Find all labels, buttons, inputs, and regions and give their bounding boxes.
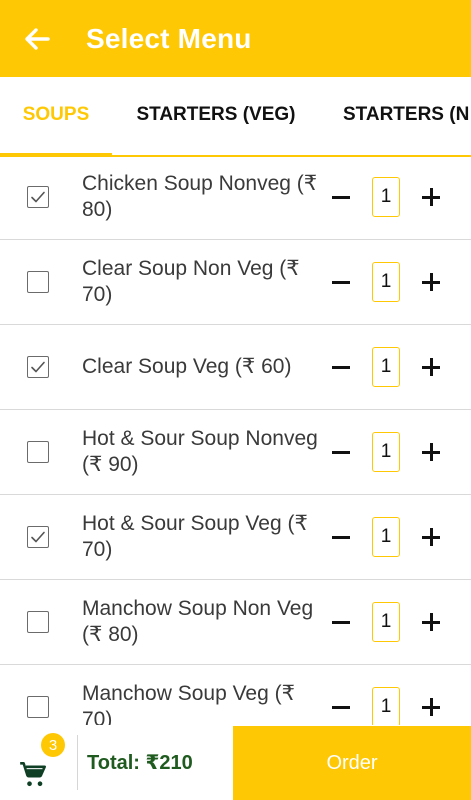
increase-quantity-button[interactable] <box>420 271 442 293</box>
item-name: Clear Soup Veg (₹ 60) <box>82 355 292 378</box>
decrease-quantity-button[interactable] <box>330 354 352 380</box>
minus-icon <box>332 620 350 624</box>
cart-icon <box>20 762 46 787</box>
minus-icon <box>332 535 350 539</box>
divider <box>77 735 78 790</box>
check-icon <box>31 531 45 543</box>
quantity-field[interactable]: 1 <box>372 687 400 725</box>
minus-icon <box>332 705 350 709</box>
minus-icon <box>332 280 350 284</box>
arrow-left-icon <box>25 27 50 50</box>
back-button[interactable] <box>22 24 52 54</box>
increase-quantity-button[interactable] <box>420 356 442 378</box>
item-name: Clear Soup Non Veg (₹ 70) <box>82 257 300 306</box>
menu-list[interactable]: Chicken Soup Nonveg (₹ 80) 1 Clear Soup No… <box>0 155 471 725</box>
check-icon <box>31 191 45 203</box>
cart-count-badge: 3 <box>41 733 65 757</box>
item-name: Hot & Sour Soup Nonveg (₹ 90) <box>82 427 318 476</box>
increase-quantity-button[interactable] <box>420 441 442 463</box>
app-bar: Select Menu <box>0 0 471 77</box>
decrease-quantity-button[interactable] <box>330 439 352 465</box>
minus-icon <box>332 365 350 369</box>
item-checkbox[interactable] <box>27 356 49 378</box>
tab-starters-veg[interactable]: STARTERS (VEG) <box>112 77 320 153</box>
decrease-quantity-button[interactable] <box>330 524 352 550</box>
list-item: Clear Soup Veg (₹ 60) 1 <box>0 325 471 410</box>
list-item: Manchow Soup Veg (₹ 70) 1 <box>0 665 471 725</box>
quantity-field[interactable]: 1 <box>372 177 400 217</box>
item-name: Chicken Soup Nonveg (₹ 80) <box>82 172 318 221</box>
increase-quantity-button[interactable] <box>420 186 442 208</box>
item-checkbox[interactable] <box>27 271 49 293</box>
list-item: Clear Soup Non Veg (₹ 70) 1 <box>0 240 471 325</box>
order-button[interactable]: Order <box>233 726 471 800</box>
minus-icon <box>332 195 350 199</box>
increase-quantity-button[interactable] <box>420 526 442 548</box>
decrease-quantity-button[interactable] <box>330 694 352 720</box>
page-title: Select Menu <box>86 22 252 54</box>
item-checkbox[interactable] <box>27 526 49 548</box>
quantity-field[interactable]: 1 <box>372 432 400 472</box>
list-item: Hot & Sour Soup Nonveg (₹ 90) 1 <box>0 410 471 495</box>
item-checkbox[interactable] <box>27 696 49 718</box>
item-checkbox[interactable] <box>27 186 49 208</box>
increase-quantity-button[interactable] <box>420 696 442 718</box>
decrease-quantity-button[interactable] <box>330 184 352 210</box>
item-name: Manchow Soup Non Veg (₹ 80) <box>82 597 314 646</box>
list-item: Manchow Soup Non Veg (₹ 80) 1 <box>0 580 471 665</box>
item-name: Manchow Soup Veg (₹ 70) <box>82 682 295 725</box>
quantity-field[interactable]: 1 <box>372 517 400 557</box>
quantity-field[interactable]: 1 <box>372 602 400 642</box>
decrease-quantity-button[interactable] <box>330 269 352 295</box>
order-total: Total: ₹210 <box>87 752 193 774</box>
minus-icon <box>332 450 350 454</box>
item-name: Hot & Sour Soup Veg (₹ 70) <box>82 512 308 561</box>
list-item: Chicken Soup Nonveg (₹ 80) 1 <box>0 155 471 240</box>
decrease-quantity-button[interactable] <box>330 609 352 635</box>
check-icon <box>31 361 45 373</box>
quantity-field[interactable]: 1 <box>372 347 400 387</box>
list-item: Hot & Sour Soup Veg (₹ 70) 1 <box>0 495 471 580</box>
item-checkbox[interactable] <box>27 441 49 463</box>
quantity-field[interactable]: 1 <box>372 262 400 302</box>
increase-quantity-button[interactable] <box>420 611 442 633</box>
tab-starters-nonveg[interactable]: STARTERS (N <box>330 77 471 153</box>
category-tabs: SOUPS STARTERS (VEG) STARTERS (N <box>0 77 471 157</box>
tab-soups[interactable]: SOUPS <box>0 77 112 153</box>
item-checkbox[interactable] <box>27 611 49 633</box>
